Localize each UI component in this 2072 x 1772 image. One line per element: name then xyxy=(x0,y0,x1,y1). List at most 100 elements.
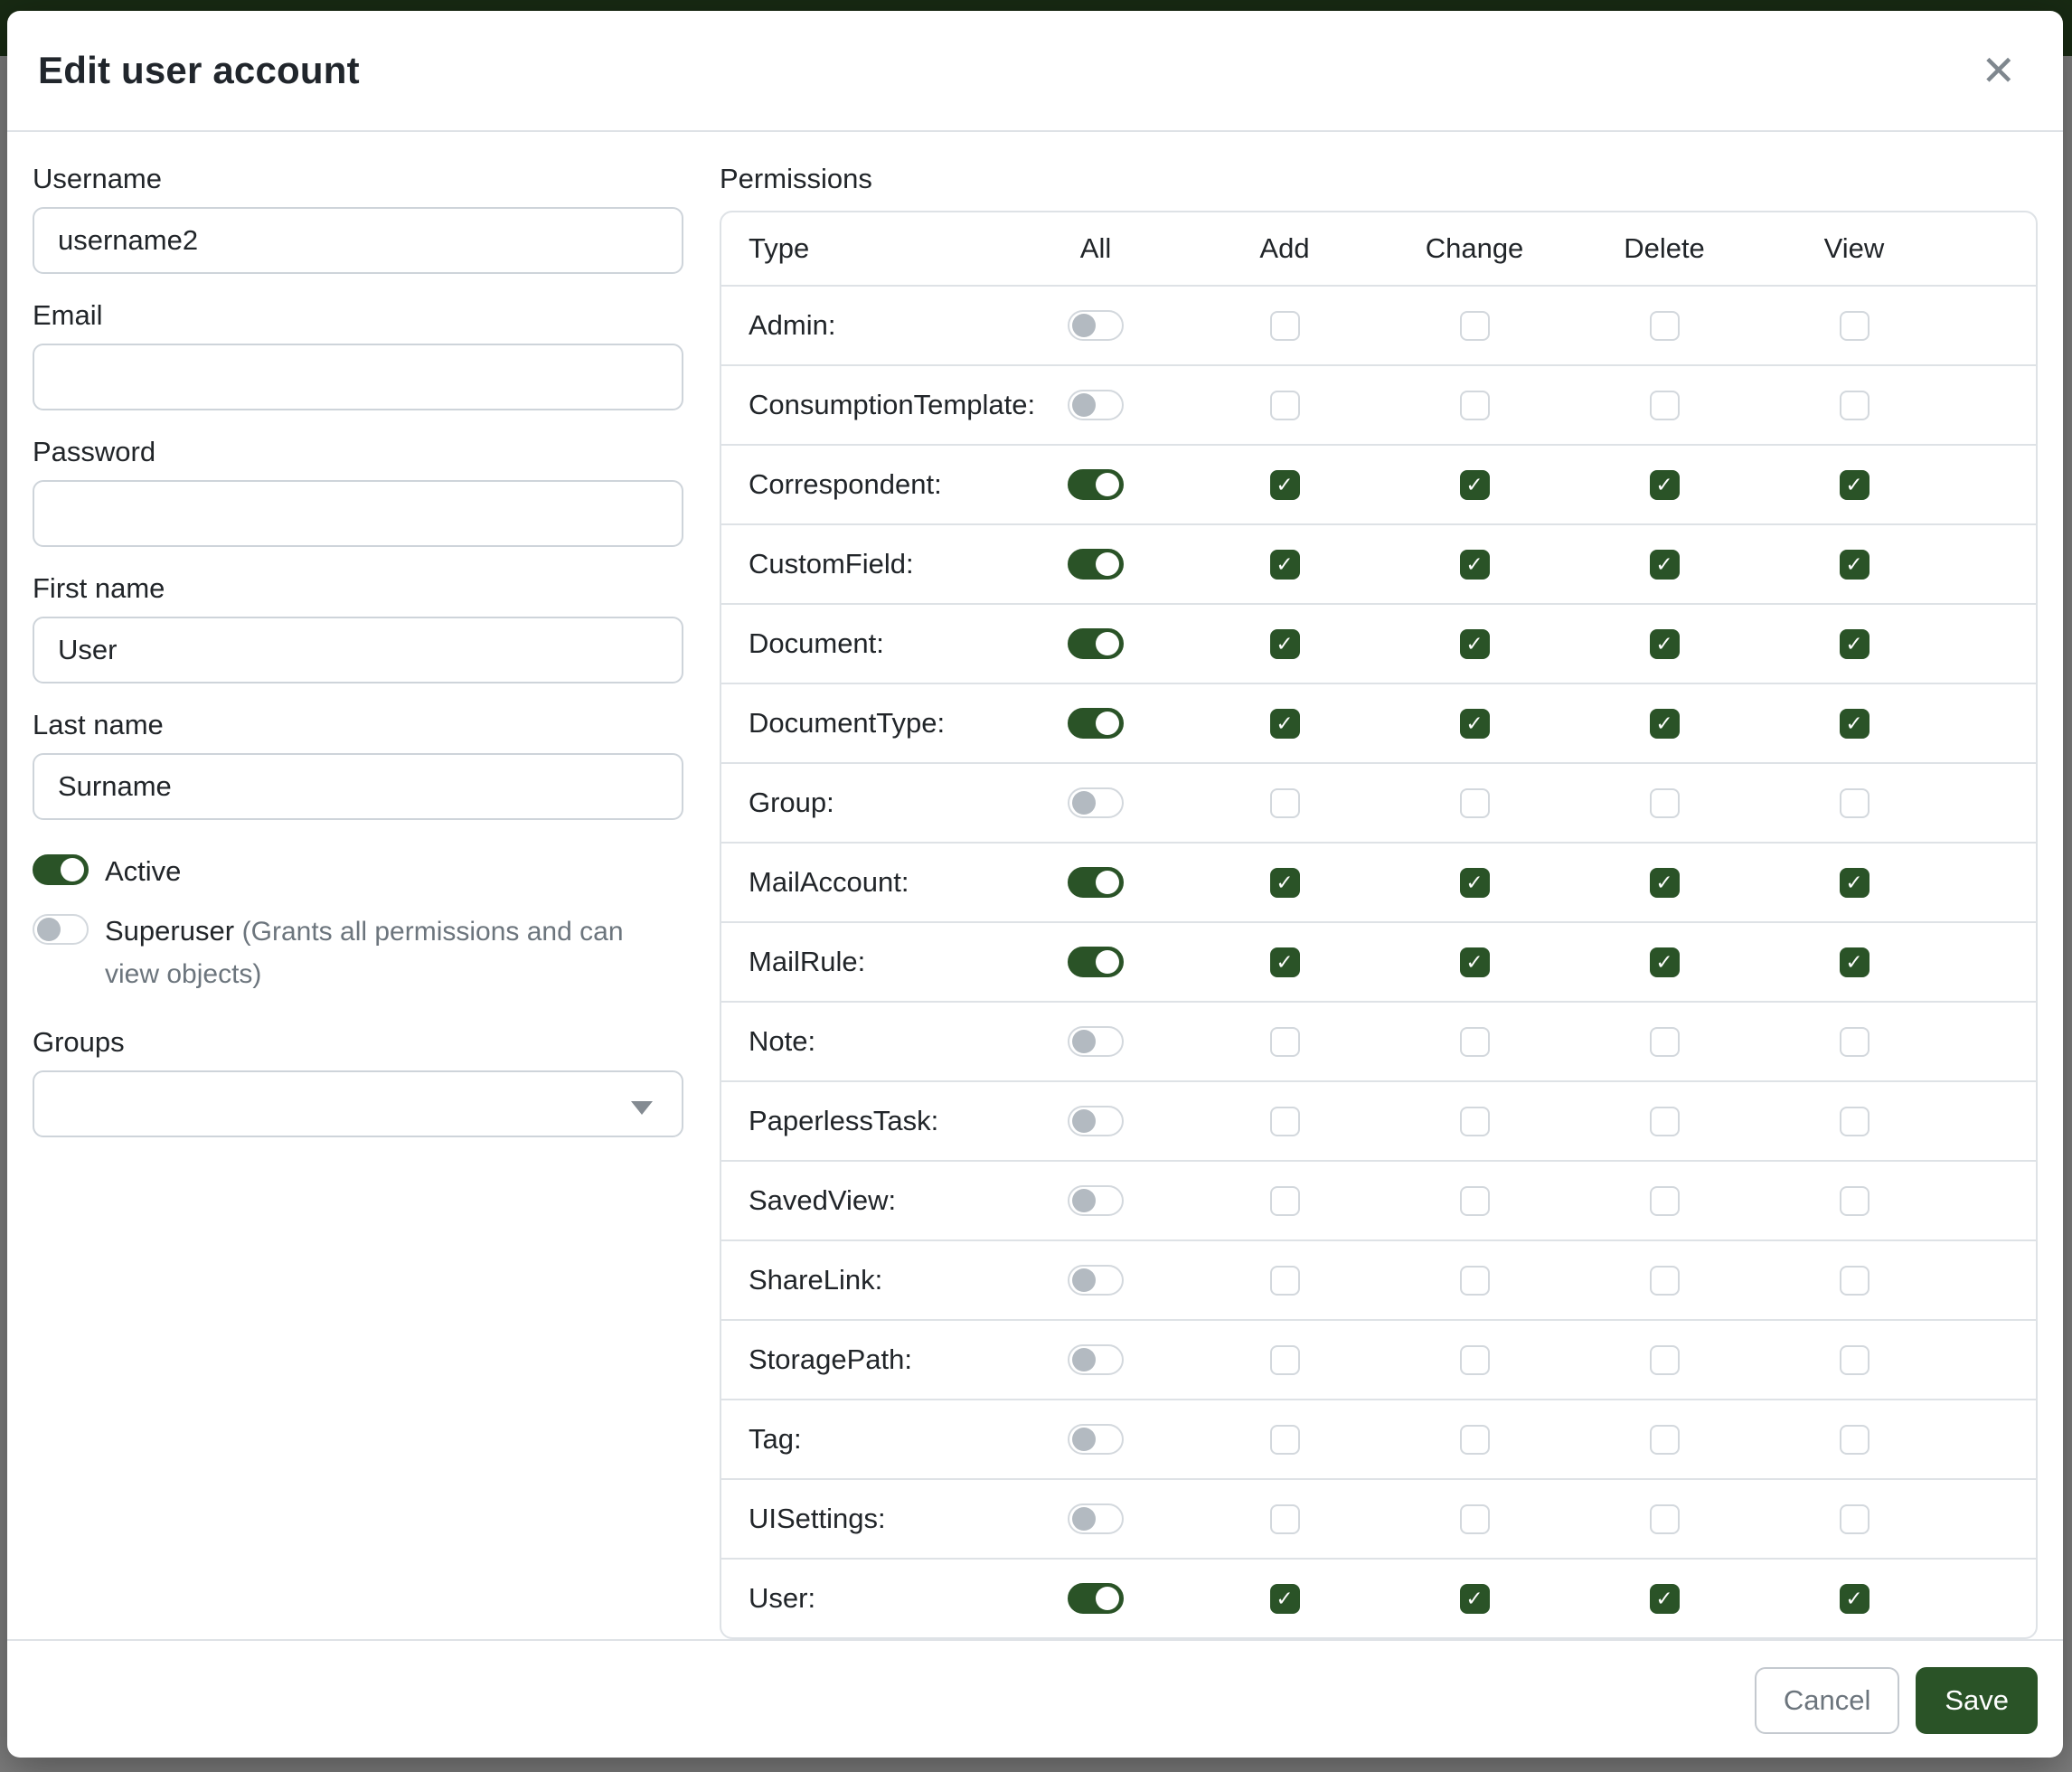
permission-checkbox-add[interactable]: ✓ xyxy=(1270,629,1300,659)
permission-toggle-all[interactable] xyxy=(1068,1424,1124,1455)
permission-toggle-all[interactable] xyxy=(1068,1026,1124,1057)
permission-toggle-all[interactable] xyxy=(1068,310,1124,341)
permission-checkbox-add[interactable]: ✓ xyxy=(1270,868,1300,898)
active-toggle[interactable] xyxy=(33,854,89,885)
permission-checkbox-view[interactable]: ✓ xyxy=(1840,1425,1870,1455)
permission-checkbox-change[interactable]: ✓ xyxy=(1460,391,1490,420)
permission-checkbox-view[interactable]: ✓ xyxy=(1840,470,1870,500)
permission-checkbox-delete[interactable]: ✓ xyxy=(1650,550,1680,580)
permission-checkbox-change[interactable]: ✓ xyxy=(1460,550,1490,580)
permission-checkbox-view[interactable]: ✓ xyxy=(1840,947,1870,977)
permission-checkbox-change[interactable]: ✓ xyxy=(1460,1504,1490,1534)
permission-checkbox-add[interactable]: ✓ xyxy=(1270,1186,1300,1216)
permission-checkbox-add[interactable]: ✓ xyxy=(1270,1345,1300,1375)
password-field[interactable] xyxy=(33,480,683,547)
permission-checkbox-delete[interactable]: ✓ xyxy=(1650,1425,1680,1455)
save-button[interactable]: Save xyxy=(1916,1667,2038,1734)
permission-checkbox-view[interactable]: ✓ xyxy=(1840,1504,1870,1534)
permission-toggle-all[interactable] xyxy=(1068,787,1124,818)
permission-checkbox-add[interactable]: ✓ xyxy=(1270,788,1300,818)
close-button[interactable]: ✕ xyxy=(1973,46,2023,95)
permission-checkbox-view[interactable]: ✓ xyxy=(1840,1584,1870,1614)
permission-toggle-all[interactable] xyxy=(1068,469,1124,500)
permission-checkbox-add[interactable]: ✓ xyxy=(1270,391,1300,420)
permission-checkbox-add[interactable]: ✓ xyxy=(1270,709,1300,739)
permission-checkbox-delete[interactable]: ✓ xyxy=(1650,470,1680,500)
permission-checkbox-delete[interactable]: ✓ xyxy=(1650,1186,1680,1216)
permission-checkbox-delete[interactable]: ✓ xyxy=(1650,788,1680,818)
permission-checkbox-change[interactable]: ✓ xyxy=(1460,1107,1490,1136)
permission-checkbox-change[interactable]: ✓ xyxy=(1460,868,1490,898)
permission-checkbox-add[interactable]: ✓ xyxy=(1270,947,1300,977)
permission-checkbox-delete[interactable]: ✓ xyxy=(1650,311,1680,341)
permission-checkbox-change[interactable]: ✓ xyxy=(1460,947,1490,977)
permission-checkbox-change[interactable]: ✓ xyxy=(1460,1425,1490,1455)
permission-checkbox-delete[interactable]: ✓ xyxy=(1650,709,1680,739)
permission-checkbox-view[interactable]: ✓ xyxy=(1840,311,1870,341)
permission-checkbox-delete[interactable]: ✓ xyxy=(1650,391,1680,420)
permission-toggle-all[interactable] xyxy=(1068,390,1124,420)
permission-toggle-all[interactable] xyxy=(1068,1503,1124,1534)
last-name-input[interactable] xyxy=(33,753,683,820)
permission-checkbox-add[interactable]: ✓ xyxy=(1270,470,1300,500)
permission-checkbox-add[interactable]: ✓ xyxy=(1270,1266,1300,1296)
permission-checkbox-delete[interactable]: ✓ xyxy=(1650,1345,1680,1375)
permission-checkbox-view[interactable]: ✓ xyxy=(1840,788,1870,818)
permission-checkbox-change[interactable]: ✓ xyxy=(1460,1186,1490,1216)
permission-checkbox-delete[interactable]: ✓ xyxy=(1650,868,1680,898)
permission-checkbox-delete[interactable]: ✓ xyxy=(1650,629,1680,659)
permission-checkbox-view[interactable]: ✓ xyxy=(1840,1107,1870,1136)
permission-checkbox-change[interactable]: ✓ xyxy=(1460,709,1490,739)
permission-checkbox-add[interactable]: ✓ xyxy=(1270,550,1300,580)
permission-checkbox-delete[interactable]: ✓ xyxy=(1650,1266,1680,1296)
permission-checkbox-add[interactable]: ✓ xyxy=(1270,1425,1300,1455)
permission-checkbox-view[interactable]: ✓ xyxy=(1840,1345,1870,1375)
permission-checkbox-delete[interactable]: ✓ xyxy=(1650,1504,1680,1534)
permission-checkbox-change[interactable]: ✓ xyxy=(1460,1266,1490,1296)
permission-checkbox-delete[interactable]: ✓ xyxy=(1650,1584,1680,1614)
permission-checkbox-add[interactable]: ✓ xyxy=(1270,1107,1300,1136)
permission-checkbox-change[interactable]: ✓ xyxy=(1460,470,1490,500)
username-input[interactable] xyxy=(33,207,683,274)
cancel-button[interactable]: Cancel xyxy=(1755,1667,1900,1734)
permission-toggle-all[interactable] xyxy=(1068,628,1124,659)
permission-checkbox-view[interactable]: ✓ xyxy=(1840,391,1870,420)
permission-toggle-all[interactable] xyxy=(1068,708,1124,739)
permission-checkbox-change[interactable]: ✓ xyxy=(1460,629,1490,659)
first-name-input[interactable] xyxy=(33,617,683,683)
permission-checkbox-change[interactable]: ✓ xyxy=(1460,1345,1490,1375)
permission-toggle-all[interactable] xyxy=(1068,1106,1124,1136)
permission-checkbox-add[interactable]: ✓ xyxy=(1270,1584,1300,1614)
permission-checkbox-view[interactable]: ✓ xyxy=(1840,1266,1870,1296)
permission-checkbox-view[interactable]: ✓ xyxy=(1840,550,1870,580)
permission-toggle-all[interactable] xyxy=(1068,1583,1124,1614)
permission-checkbox-change[interactable]: ✓ xyxy=(1460,1027,1490,1057)
check-icon: ✓ xyxy=(1845,952,1862,973)
permission-checkbox-delete[interactable]: ✓ xyxy=(1650,1107,1680,1136)
superuser-toggle[interactable] xyxy=(33,914,89,945)
permission-checkbox-view[interactable]: ✓ xyxy=(1840,1027,1870,1057)
permission-checkbox-change[interactable]: ✓ xyxy=(1460,788,1490,818)
permission-checkbox-view[interactable]: ✓ xyxy=(1840,709,1870,739)
permission-checkbox-view[interactable]: ✓ xyxy=(1840,629,1870,659)
permission-toggle-all[interactable] xyxy=(1068,1265,1124,1296)
permission-checkbox-add[interactable]: ✓ xyxy=(1270,1027,1300,1057)
permission-toggle-all[interactable] xyxy=(1068,1185,1124,1216)
groups-select[interactable] xyxy=(33,1070,683,1137)
permission-checkbox-add[interactable]: ✓ xyxy=(1270,1504,1300,1534)
permission-checkbox-delete[interactable]: ✓ xyxy=(1650,1027,1680,1057)
permission-toggle-all[interactable] xyxy=(1068,1344,1124,1375)
permission-toggle-all[interactable] xyxy=(1068,549,1124,580)
permission-checkbox-change[interactable]: ✓ xyxy=(1460,1584,1490,1614)
permission-checkbox-change[interactable]: ✓ xyxy=(1460,311,1490,341)
permission-toggle-all[interactable] xyxy=(1068,867,1124,898)
permission-checkbox-view[interactable]: ✓ xyxy=(1840,868,1870,898)
permission-checkbox-add[interactable]: ✓ xyxy=(1270,311,1300,341)
first-name-label: First name xyxy=(33,569,683,608)
column-header-delete: Delete xyxy=(1569,232,1759,265)
check-icon: ✓ xyxy=(1465,713,1483,734)
permission-toggle-all[interactable] xyxy=(1068,947,1124,977)
permission-checkbox-view[interactable]: ✓ xyxy=(1840,1186,1870,1216)
email-field[interactable] xyxy=(33,344,683,410)
permission-checkbox-delete[interactable]: ✓ xyxy=(1650,947,1680,977)
